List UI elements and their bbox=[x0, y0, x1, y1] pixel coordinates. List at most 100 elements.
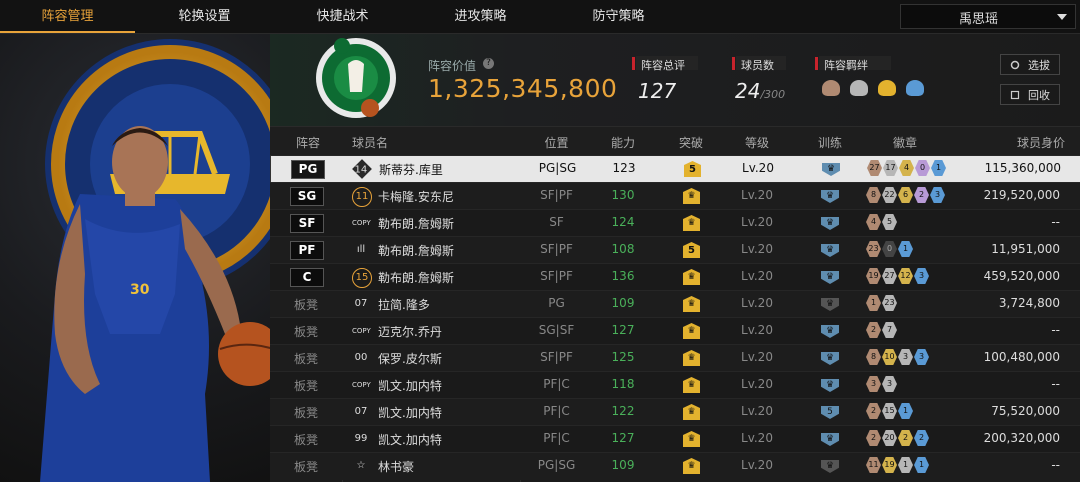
training-icon[interactable]: ♛ bbox=[821, 325, 839, 338]
player-name[interactable]: 保罗.皮尔斯 bbox=[378, 350, 442, 367]
player-name[interactable]: 勒布朗.詹姆斯 bbox=[378, 242, 454, 259]
tab-rotation-settings[interactable]: 轮换设置 bbox=[137, 0, 272, 33]
player-market-value: -- bbox=[1051, 458, 1060, 472]
position-slot-pg[interactable]: PG bbox=[291, 160, 325, 179]
col-player-name: 球员名 bbox=[352, 136, 389, 150]
player-name[interactable]: 迈克尔.乔丹 bbox=[378, 323, 442, 340]
position-slot-pf[interactable]: PF bbox=[290, 241, 324, 260]
player-position: PG bbox=[548, 296, 565, 310]
player-name[interactable]: 凯文.加内特 bbox=[378, 377, 442, 394]
training-icon[interactable]: ♛ bbox=[821, 433, 839, 446]
badge-list: 2 20 2 2 bbox=[866, 430, 930, 449]
badge-bronze-icon: 2 bbox=[866, 403, 881, 419]
badge-bronze-icon: 2 bbox=[866, 322, 881, 338]
tab-defense-strategy[interactable]: 防守策略 bbox=[551, 0, 686, 33]
training-icon[interactable]: 5 bbox=[821, 406, 839, 419]
player-name[interactable]: 斯蒂芬.库里 bbox=[379, 161, 443, 178]
bond-marker bbox=[815, 57, 818, 70]
table-row[interactable]: SF COPY 勒布朗.詹姆斯 SF 124 ♛ Lv.20 ♛ 4 5 -- bbox=[270, 209, 1080, 237]
col-break: 突破 bbox=[678, 136, 703, 150]
player-name[interactable]: 卡梅隆.安东尼 bbox=[378, 188, 454, 205]
position-slot-sg[interactable]: SG bbox=[290, 187, 324, 206]
badge-list: 33 bbox=[866, 376, 898, 395]
player-name[interactable]: 拉简.隆多 bbox=[378, 296, 430, 313]
training-icon[interactable]: ♛ bbox=[822, 163, 840, 176]
training-icon[interactable]: ♛ bbox=[821, 244, 839, 257]
user-select[interactable]: 禹思瑶 bbox=[900, 4, 1076, 29]
tab-offense-strategy[interactable]: 进攻策略 bbox=[413, 0, 548, 33]
col-badges: 徽章 bbox=[892, 136, 917, 150]
table-header: 阵容 球员名 位置 能力 突破 等级 训练 徽章 球员身价 bbox=[270, 127, 1080, 155]
player-name[interactable]: 凯文.加内特 bbox=[378, 404, 442, 421]
position-slot-sf[interactable]: SF bbox=[290, 214, 324, 233]
jersey-number: COPY bbox=[352, 327, 371, 335]
player-level: Lv.20 bbox=[741, 215, 773, 229]
bench-label: 板凳 bbox=[294, 298, 319, 312]
player-name[interactable]: 凯文.加内特 bbox=[378, 431, 442, 448]
table-row[interactable]: PG 14 斯蒂芬.库里 PG|SG 123 5 Lv.20 ♛ 27 17 4 0 1 115,360,… bbox=[270, 155, 1080, 184]
table-row[interactable]: 板凳 07 凯文.加内特 PF|C 122 ♛ Lv.20 5 2 15 1 75,520,000 bbox=[270, 398, 1080, 426]
bench-label: 板凳 bbox=[294, 460, 319, 474]
player-ability: 136 bbox=[611, 269, 635, 283]
table-row[interactable]: 板凳 COPY 凯文.加内特 PF|C 118 ♛ Lv.20 ♛ 3 3 -- bbox=[270, 371, 1080, 399]
table-row[interactable]: 板凳 07 拉简.隆多 PG 109 ♛ Lv.20 ♛ 1 23 3,724,800 bbox=[270, 290, 1080, 318]
badge-bronze-icon: 4 bbox=[866, 214, 881, 230]
bond-silver-icon[interactable] bbox=[850, 80, 869, 96]
training-icon[interactable]: ♛ bbox=[821, 190, 839, 203]
badge-diamond-icon: 1 bbox=[931, 160, 946, 176]
tab-quick-tactics[interactable]: 快捷战术 bbox=[275, 0, 410, 33]
badge-silver-icon: 1 bbox=[898, 457, 913, 473]
player-name[interactable]: 勒布朗.詹姆斯 bbox=[378, 269, 454, 286]
badge-list: 11 19 1 1 bbox=[866, 457, 930, 476]
player-count-block: 24/300 bbox=[735, 79, 785, 103]
table-row[interactable]: 板凳 COPY 迈克尔.乔丹 SG|SF 127 ♛ Lv.20 ♛ 2 7 -- bbox=[270, 317, 1080, 345]
lineup-value: 1,325,345,800 bbox=[428, 74, 618, 103]
player-name[interactable]: 林书豪 bbox=[378, 458, 414, 475]
select-button[interactable]: 选拔 bbox=[1000, 54, 1060, 75]
table-row[interactable]: C 15 勒布朗.詹姆斯 SF|PF 136 ♛ Lv.20 ♛ 19 27 12 3 459,520,… bbox=[270, 263, 1080, 291]
bond-diamond-icon[interactable] bbox=[906, 80, 925, 96]
col-training: 训练 bbox=[817, 136, 842, 150]
training-icon[interactable]: ♛ bbox=[821, 298, 839, 311]
training-icon[interactable]: ♛ bbox=[821, 217, 839, 230]
training-icon[interactable]: ♛ bbox=[821, 271, 839, 284]
recycle-button[interactable]: 回收 bbox=[1000, 84, 1060, 105]
col-player-value: 球员身价 bbox=[1016, 136, 1065, 150]
player-position: PF|C bbox=[543, 377, 570, 391]
jersey-number: ıll bbox=[356, 244, 366, 255]
bond-bronze-icon[interactable] bbox=[822, 80, 840, 96]
crown-icon: ♛ bbox=[683, 269, 700, 285]
table-row[interactable]: PF ıll 勒布朗.詹姆斯 SF|PF 108 5 Lv.20 ♛ 23 0 1 11,951,00… bbox=[270, 236, 1080, 264]
badge-gold-icon: 19 bbox=[882, 457, 897, 473]
table-row[interactable]: 板凳 99 凯文.加内特 PF|C 127 ♛ Lv.20 ♛ 2 20 2 2 200,320,000 bbox=[270, 425, 1080, 453]
training-icon[interactable]: ♛ bbox=[821, 379, 839, 392]
table-row[interactable]: 板凳 ☆ 林书豪 PG|SG 109 ♛ Lv.20 ♛ 11 19 1 1 -- bbox=[270, 452, 1080, 480]
refresh-icon bbox=[1010, 60, 1020, 70]
badge-list: 27 17 4 0 1 bbox=[867, 160, 947, 179]
position-slot-c[interactable]: C bbox=[290, 268, 324, 287]
help-icon[interactable]: ? bbox=[483, 58, 494, 69]
player-ability: 130 bbox=[611, 188, 635, 202]
badge-empty-icon: 0 bbox=[882, 241, 897, 257]
badge-diamond-icon: 2 bbox=[914, 430, 929, 446]
badge-bronze-icon: 3 bbox=[866, 376, 881, 392]
table-row[interactable]: SG 11 卡梅隆.安东尼 SF|PF 130 ♛ Lv.20 ♛ 8 22 6 2 3 219,520,… bbox=[270, 182, 1080, 210]
player-level: Lv.20 bbox=[741, 188, 773, 202]
table-row[interactable]: 板凳 00 保罗.皮尔斯 SF|PF 125 ♛ Lv.20 ♛ 8 10 3 3 100,480,00… bbox=[270, 344, 1080, 372]
bond-icons bbox=[822, 80, 925, 100]
training-icon[interactable]: ♛ bbox=[821, 352, 839, 365]
badge-list: 8 10 3 3 bbox=[866, 349, 930, 368]
player-level: Lv.20 bbox=[741, 242, 773, 256]
player-name[interactable]: 勒布朗.詹姆斯 bbox=[378, 215, 454, 232]
player-market-value: 3,724,800 bbox=[998, 296, 1060, 310]
badge-bronze-icon: 8 bbox=[866, 349, 881, 365]
training-icon[interactable]: ♛ bbox=[821, 460, 839, 473]
badge-silver-icon: 20 bbox=[882, 430, 897, 446]
bond-gold-icon[interactable] bbox=[878, 80, 897, 96]
badge-list: 19 27 12 3 bbox=[866, 268, 930, 287]
player-ability: 123 bbox=[612, 161, 636, 175]
badge-silver-icon: 17 bbox=[883, 160, 898, 176]
tab-lineup-management[interactable]: 阵容管理 bbox=[0, 0, 135, 33]
player-market-value: -- bbox=[1051, 323, 1060, 337]
bench-label: 板凳 bbox=[294, 379, 319, 393]
